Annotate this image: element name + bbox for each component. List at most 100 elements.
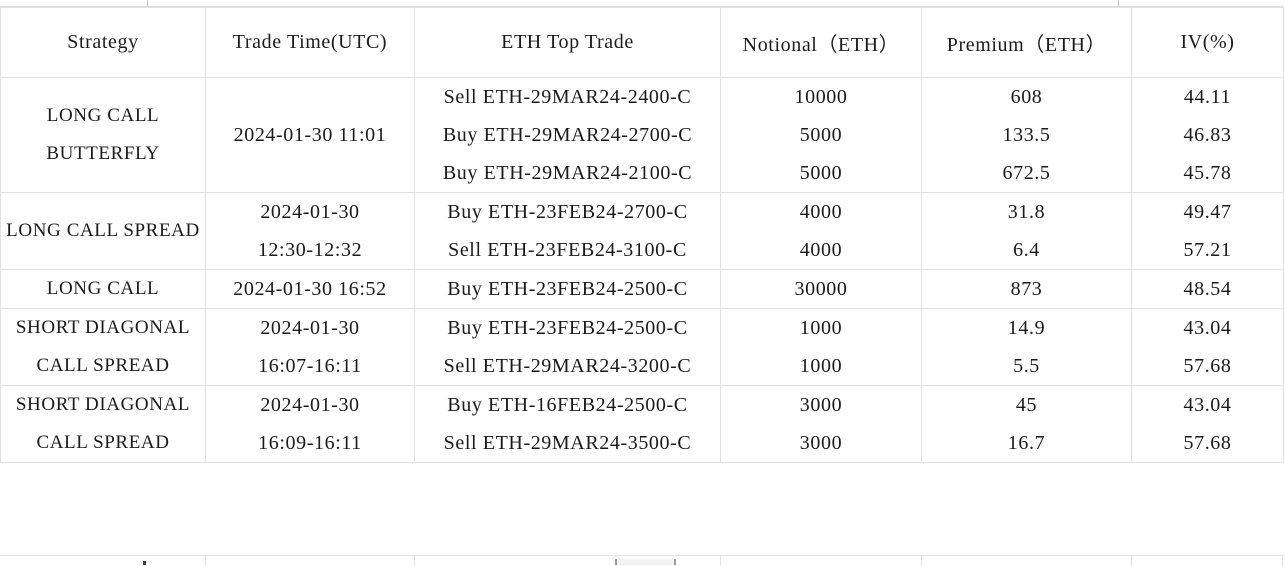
cell-iv[interactable]: 44.11 46.83 45.78 [1131, 77, 1284, 193]
cell-lines: Buy ETH-23FEB24-2500-C Sell ETH-29MAR24-3… [415, 309, 720, 385]
cell-line: 6.4 [1013, 239, 1040, 261]
table-row: LONG CALL SPREAD 2024-01-30 12:30-12:32 Buy… [0, 192, 1284, 270]
cell-line: 16:07-16:11 [258, 355, 362, 377]
cell-strategy[interactable]: LONG CALL SPREAD [0, 192, 206, 270]
cell-lines: SHORT DIAGONAL CALL SPREAD [1, 309, 205, 385]
cell-lines: 3000 3000 [721, 386, 921, 462]
cell-notional[interactable]: 4000 4000 [720, 192, 922, 270]
cell-lines: 2024-01-30 16:09-16:11 [206, 386, 414, 462]
cell-line: 1000 [799, 355, 843, 377]
cell-line: 46.83 [1183, 124, 1232, 146]
cell-premium[interactable]: 608 133.5 672.5 [921, 77, 1132, 193]
table-row: SHORT DIAGONAL CALL SPREAD 2024-01-30 16:09… [0, 385, 1284, 463]
spreadsheet-viewport: Strategy Trade Time(UTC) ETH Top Trade N… [0, 0, 1285, 566]
cell-line: 1000 [799, 317, 843, 339]
cell-lines: LONG CALL [1, 270, 205, 308]
cell-lines: 608 133.5 672.5 [922, 78, 1131, 192]
horizontal-scrollbar[interactable] [615, 559, 676, 565]
cell-eth_top_trade[interactable]: Buy ETH-23FEB24-2500-C Sell ETH-29MAR24-3… [414, 308, 721, 386]
cell-trade_time[interactable]: 2024-01-30 16:07-16:11 [205, 308, 415, 386]
cell-line: 30000 [794, 278, 848, 300]
cell-line: Buy ETH-23FEB24-2700-C [447, 201, 688, 223]
table-body: LONG CALL BUTTERFLY 2024-01-30 11:01 Sell E… [0, 77, 1284, 463]
cell-line: Buy ETH-23FEB24-2500-C [447, 278, 688, 300]
cell-line: LONG CALL [46, 278, 160, 299]
cell-lines: Buy ETH-23FEB24-2700-C Sell ETH-23FEB24-3… [415, 193, 720, 269]
cell-eth_top_trade[interactable]: Sell ETH-29MAR24-2400-C Buy ETH-29MAR24-2… [414, 77, 721, 193]
cell-line: 57.21 [1183, 239, 1232, 261]
cell-line: 10000 [794, 86, 848, 108]
cell-line: 4000 [799, 201, 843, 223]
cell-line: 31.8 [1007, 201, 1046, 223]
cell-lines: LONG CALL SPREAD [1, 212, 205, 250]
cell-line: 2024-01-30 [260, 317, 360, 339]
column-header-iv[interactable]: IV(%) [1131, 7, 1284, 78]
cell-trade_time[interactable]: 2024-01-30 16:52 [205, 269, 415, 309]
cell-trade_time[interactable]: 2024-01-30 16:09-16:11 [205, 385, 415, 463]
cell-line: 45 [1015, 394, 1038, 416]
cell-premium[interactable]: 873 [921, 269, 1132, 309]
cell-line: 57.68 [1183, 355, 1232, 377]
column-header-trade-time[interactable]: Trade Time(UTC) [205, 7, 415, 78]
cell-eth_top_trade[interactable]: Buy ETH-23FEB24-2500-C [414, 269, 721, 309]
cell-lines: 43.04 57.68 [1132, 386, 1283, 462]
cell-line: 2024-01-30 [260, 394, 360, 416]
cell-line: Buy ETH-16FEB24-2500-C [447, 394, 688, 416]
column-header-notional[interactable]: Notional（ETH） [720, 7, 922, 78]
cell-lines: 44.11 46.83 45.78 [1132, 78, 1283, 192]
cell-line: Sell ETH-29MAR24-3500-C [443, 432, 692, 454]
cell-line: Sell ETH-29MAR24-2400-C [443, 86, 692, 108]
cell-notional[interactable]: 30000 [720, 269, 922, 309]
cell-lines: 2024-01-30 11:01 [206, 116, 414, 154]
cell-line: 608 [1010, 86, 1043, 108]
cell-iv[interactable]: 43.04 57.68 [1131, 308, 1284, 386]
eth-top-trades-table: Strategy Trade Time(UTC) ETH Top Trade N… [0, 7, 1284, 463]
cell-strategy[interactable]: LONG CALL [0, 269, 206, 309]
cell-strategy[interactable]: SHORT DIAGONAL CALL SPREAD [0, 308, 206, 386]
cell-line: 44.11 [1183, 86, 1232, 108]
cell-premium[interactable]: 31.8 6.4 [921, 192, 1132, 270]
cell-premium[interactable]: 45 16.7 [921, 385, 1132, 463]
column-header-eth-top-trade[interactable]: ETH Top Trade [414, 7, 721, 78]
cell-strategy[interactable]: LONG CALL BUTTERFLY [0, 77, 206, 193]
cell-iv[interactable]: 49.47 57.21 [1131, 192, 1284, 270]
cell-iv[interactable]: 43.04 57.68 [1131, 385, 1284, 463]
cell-trade_time[interactable]: 2024-01-30 11:01 [205, 77, 415, 193]
cell-line: 12:30-12:32 [257, 239, 363, 261]
table-row: LONG CALL BUTTERFLY 2024-01-30 11:01 Sell E… [0, 77, 1284, 193]
table-row: LONG CALL 2024-01-30 16:52 Buy ETH-23FEB24… [0, 269, 1284, 309]
clipped-row-above [0, 0, 1283, 7]
cell-strategy[interactable]: SHORT DIAGONAL CALL SPREAD [0, 385, 206, 463]
cell-line: 3000 [799, 394, 843, 416]
cell-notional[interactable]: 10000 5000 5000 [720, 77, 922, 193]
cell-lines: SHORT DIAGONAL CALL SPREAD [1, 386, 205, 462]
cell-line: 5000 [799, 124, 843, 146]
cell-lines: 31.8 6.4 [922, 193, 1131, 269]
cell-notional[interactable]: 1000 1000 [720, 308, 922, 386]
cell-lines: 2024-01-30 16:52 [206, 270, 414, 308]
cell-lines: 4000 4000 [721, 193, 921, 269]
table-header-row: Strategy Trade Time(UTC) ETH Top Trade N… [0, 7, 1284, 78]
cell-line: 2024-01-30 16:52 [233, 278, 387, 300]
cell-eth_top_trade[interactable]: Buy ETH-16FEB24-2500-C Sell ETH-29MAR24-3… [414, 385, 721, 463]
cell-eth_top_trade[interactable]: Buy ETH-23FEB24-2700-C Sell ETH-23FEB24-3… [414, 192, 721, 270]
cell-line: 43.04 [1183, 394, 1232, 416]
cell-line: 2024-01-30 [260, 201, 360, 223]
cell-lines: Buy ETH-16FEB24-2500-C Sell ETH-29MAR24-3… [415, 386, 720, 462]
cell-notional[interactable]: 3000 3000 [720, 385, 922, 463]
cell-line: 57.68 [1183, 432, 1232, 454]
cell-line: 5000 [799, 162, 843, 184]
cell-line: 16:09-16:11 [258, 432, 362, 454]
cell-line: CALL SPREAD [36, 355, 170, 376]
column-header-premium[interactable]: Premium（ETH） [921, 7, 1132, 78]
cell-iv[interactable]: 48.54 [1131, 269, 1284, 309]
cell-line: Sell ETH-23FEB24-3100-C [448, 239, 687, 261]
cell-lines: 1000 1000 [721, 309, 921, 385]
column-header-strategy[interactable]: Strategy [0, 7, 206, 78]
cell-lines: 2024-01-30 16:07-16:11 [206, 309, 414, 385]
cell-line: 48.54 [1183, 278, 1232, 300]
cell-lines: 10000 5000 5000 [721, 78, 921, 192]
cell-premium[interactable]: 14.9 5.5 [921, 308, 1132, 386]
cell-trade_time[interactable]: 2024-01-30 12:30-12:32 [205, 192, 415, 270]
cell-line: Sell ETH-29MAR24-3200-C [443, 355, 692, 377]
